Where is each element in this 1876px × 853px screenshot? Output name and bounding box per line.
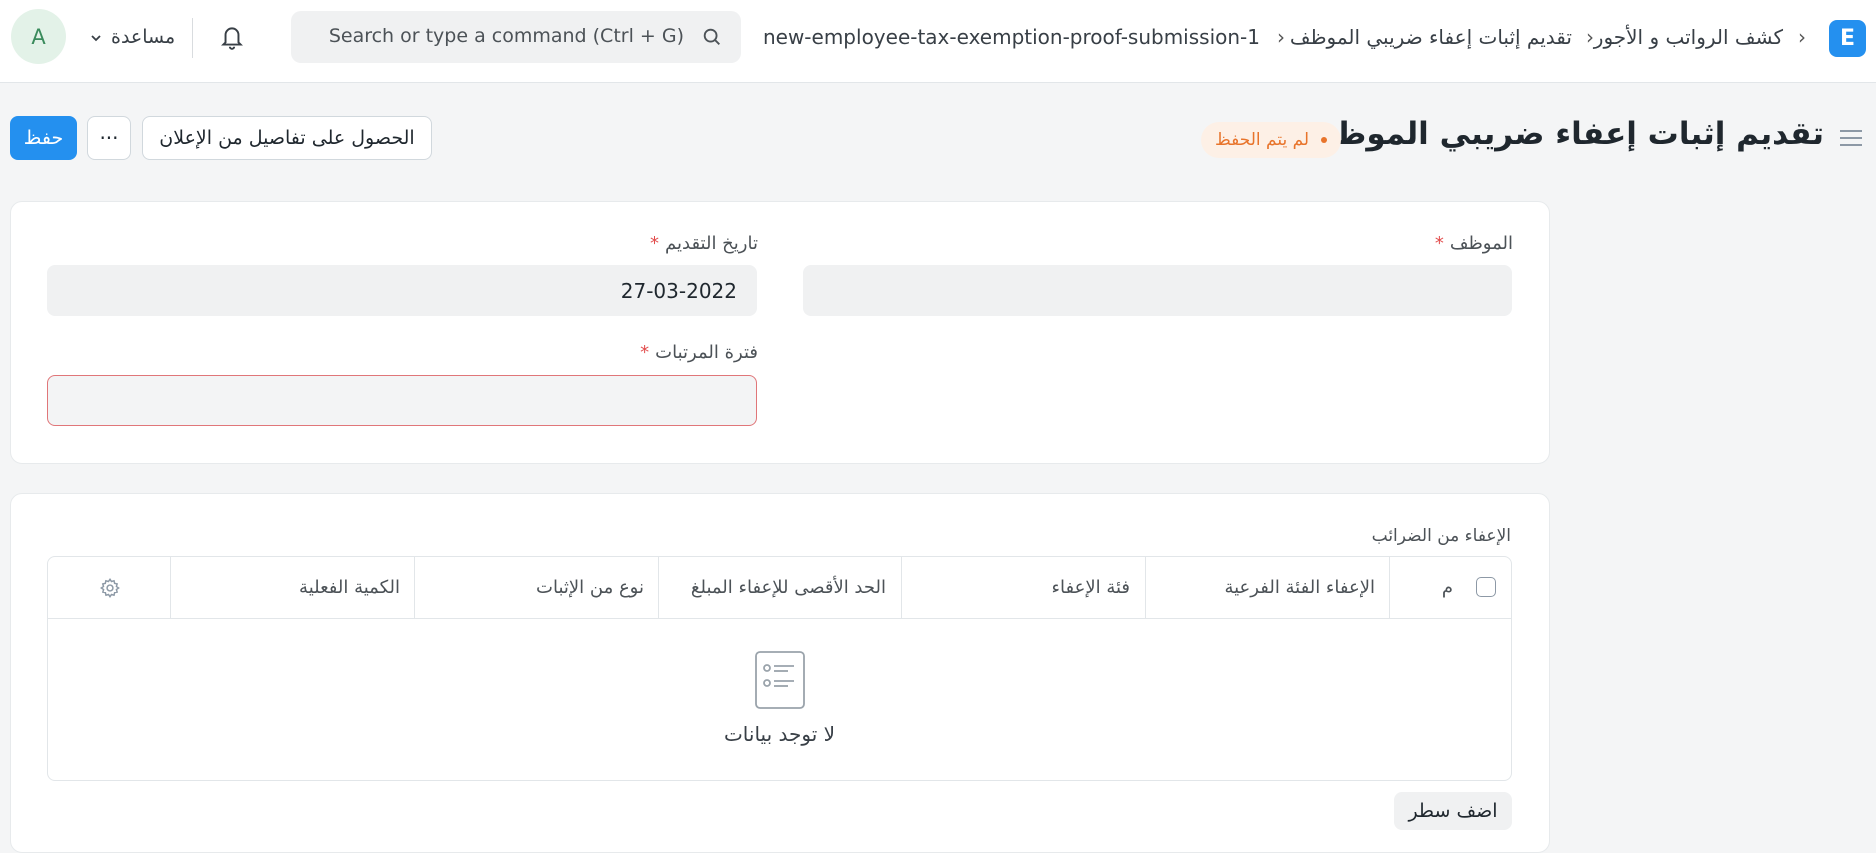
navbar-divider (192, 18, 193, 58)
column-divider (1389, 557, 1390, 619)
column-header-actual-amount[interactable]: الكمية الفعلية (299, 577, 400, 598)
get-details-button[interactable]: الحصول على تفاصيل من الإعلان (142, 116, 432, 160)
column-divider (170, 557, 171, 619)
more-actions-button[interactable]: ··· (87, 116, 131, 160)
chevron-down-icon (91, 35, 101, 42)
search-input[interactable]: Search or type a command (Ctrl + G) (329, 25, 684, 47)
breadcrumb-payroll[interactable]: كشف الرواتب و الأجور (1594, 25, 1783, 49)
empty-state-text: لا توجد بيانات (723, 722, 836, 746)
tax-exemption-label: الإعفاء من الضرائب (1371, 526, 1511, 546)
payroll-period-field[interactable] (47, 375, 757, 426)
avatar-letter: A (31, 24, 46, 49)
user-avatar[interactable]: A (11, 9, 66, 64)
breadcrumb-doctype[interactable]: تقديم إثبات إعفاء ضريبي الموظف (1290, 25, 1572, 49)
save-button[interactable]: حفظ (10, 116, 77, 160)
column-header-index: م (1441, 577, 1453, 598)
search-icon (703, 28, 720, 45)
column-divider (658, 557, 659, 619)
app-logo[interactable]: E (1829, 20, 1866, 57)
add-row-button[interactable]: اضف سطر (1394, 792, 1512, 830)
column-divider (901, 557, 902, 619)
breadcrumb-document[interactable]: new-employee-tax-exemption-proof-submiss… (763, 25, 1260, 49)
select-all-checkbox[interactable] (1476, 577, 1496, 597)
breadcrumb-separator: › (1277, 25, 1285, 49)
payroll-period-label: فترة المرتبات* (640, 342, 758, 363)
status-text: لم يتم الحفظ (1215, 130, 1310, 150)
table-header: م الإعفاء الفئة الفرعية فئة الإعفاء الحد… (48, 557, 1511, 619)
search-bar[interactable]: Search or type a command (Ctrl + G) (291, 11, 741, 63)
submission-date-field[interactable]: 27-03-2022 (47, 265, 757, 316)
column-header-max-amount[interactable]: الحد الأقصى للإعفاء المبلغ (691, 577, 886, 598)
status-badge: لم يتم الحفظ (1201, 122, 1342, 158)
column-divider (414, 557, 415, 619)
employee-field[interactable] (803, 265, 1512, 316)
submission-date-label: تاريخ التقديم* (650, 233, 758, 254)
breadcrumb-separator: › (1798, 25, 1806, 49)
column-header-sub-category[interactable]: الإعفاء الفئة الفرعية (1224, 577, 1375, 598)
column-header-proof-type[interactable]: نوع من الإثبات (536, 577, 644, 598)
help-label: مساعدة (111, 26, 176, 48)
column-divider (1145, 557, 1146, 619)
logo-letter: E (1839, 26, 1856, 51)
column-header-category[interactable]: فئة الإعفاء (1052, 577, 1130, 598)
status-dot-icon (1321, 137, 1328, 143)
empty-list-icon (755, 651, 805, 709)
gear-icon[interactable] (99, 577, 121, 599)
notification-bell-icon[interactable] (219, 23, 245, 51)
tax-exemption-table: م الإعفاء الفئة الفرعية فئة الإعفاء الحد… (47, 556, 1512, 781)
sidebar-toggle-icon[interactable] (1838, 127, 1864, 149)
breadcrumb-separator: › (1586, 25, 1594, 49)
employee-label: الموظف* (1434, 233, 1513, 254)
navbar: E › كشف الرواتب و الأجور › تقديم إثبات إ… (0, 0, 1876, 83)
